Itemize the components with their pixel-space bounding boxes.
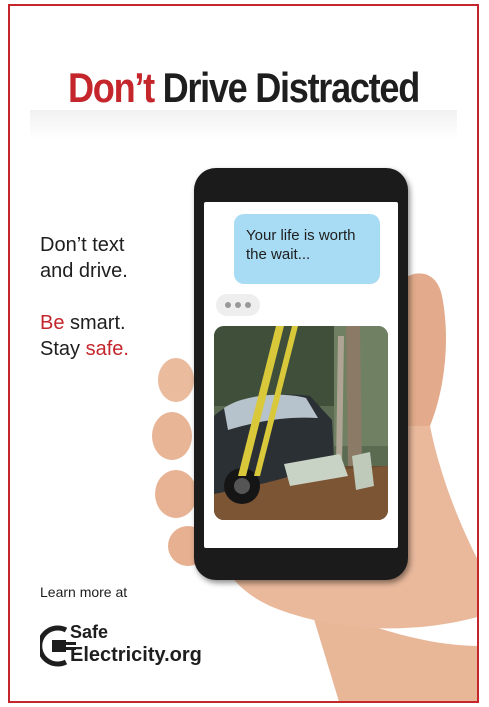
car-crash-photo (214, 326, 388, 520)
message-bubble: Your life is worth the wait... (234, 214, 380, 284)
typing-indicator (216, 294, 260, 316)
typing-dot (235, 302, 241, 308)
typing-dot (245, 302, 251, 308)
poster: Don’t Drive Distracted Don’t text and dr… (8, 4, 479, 703)
logo-electricity-text: Electricity.org (70, 644, 202, 666)
smartphone: Your life is worth the wait... (194, 168, 408, 580)
safe-electricity-logo[interactable]: Safe Electricity.org (40, 618, 240, 678)
typing-dot (225, 302, 231, 308)
logo-safe-text: Safe (70, 622, 109, 642)
car-crash-image (214, 326, 388, 520)
phone-screen: Your life is worth the wait... (204, 202, 398, 548)
learn-more-text: Learn more at (40, 584, 128, 600)
